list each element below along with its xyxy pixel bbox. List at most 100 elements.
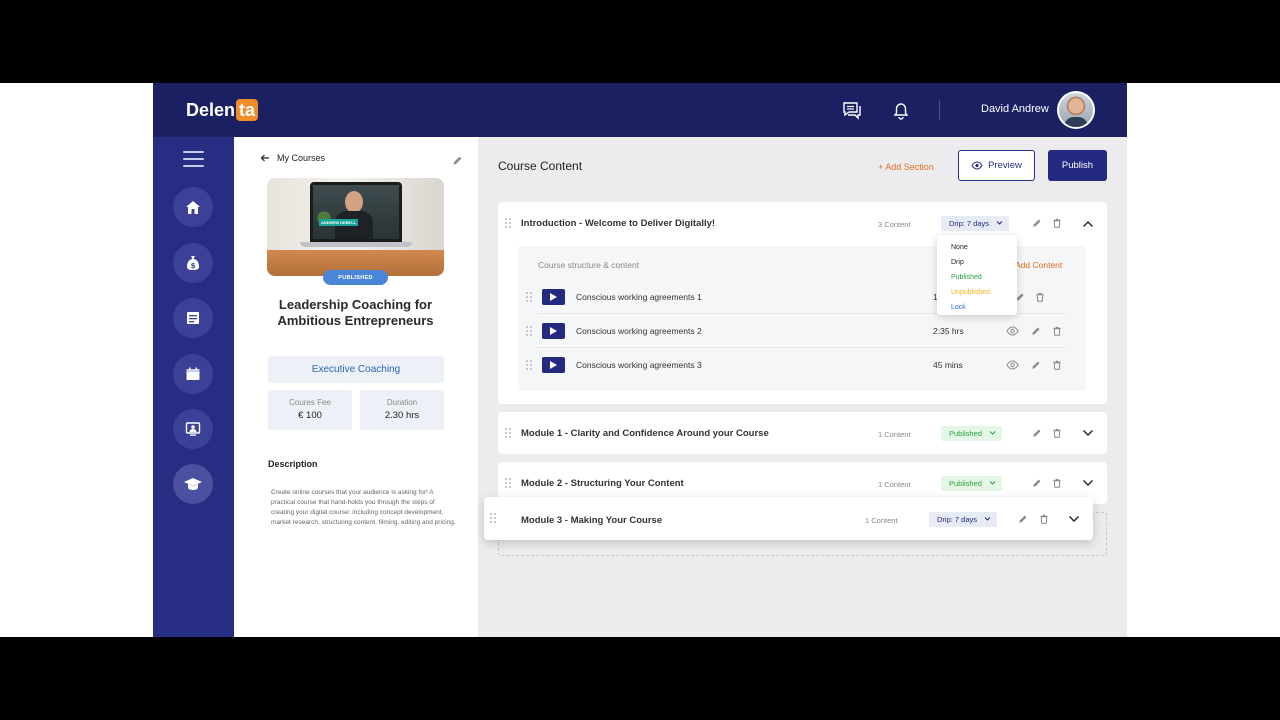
- chevron-down-icon: [989, 481, 996, 485]
- content-duration: 45 mins: [933, 360, 963, 370]
- section-title: Introduction - Welcome to Deliver Digita…: [521, 218, 716, 229]
- sidebar-item-calendar[interactable]: [173, 354, 213, 394]
- calendar-icon: [186, 367, 200, 380]
- content-row[interactable]: Conscious working agreements 2 2:35 hrs: [518, 314, 1086, 348]
- status-label: Published: [949, 479, 982, 488]
- chevron-down-icon[interactable]: [1068, 515, 1080, 523]
- status-label: Published: [949, 429, 982, 438]
- course-content-area: Course Content + Add Section Preview Pub…: [478, 137, 1127, 637]
- description-heading: Description: [268, 459, 318, 469]
- duration-value: 2.30 hrs: [384, 410, 420, 421]
- option-drip[interactable]: Drip: [937, 255, 1017, 270]
- sidebar: $: [153, 137, 234, 637]
- preview-button[interactable]: Preview: [958, 150, 1035, 181]
- svg-text:$: $: [191, 262, 196, 270]
- drag-handle-icon[interactable]: [526, 360, 532, 370]
- back-to-courses-link[interactable]: My Courses: [260, 153, 325, 163]
- video-icon: [542, 289, 565, 305]
- option-published[interactable]: Published: [937, 270, 1017, 285]
- section-card-intro: Introduction - Welcome to Deliver Digita…: [498, 202, 1107, 404]
- section-card-module-1[interactable]: Module 1 - Clarity and Confidence Around…: [498, 412, 1107, 454]
- chevron-down-icon[interactable]: [1082, 479, 1094, 487]
- video-icon: [542, 323, 565, 339]
- arrow-left-icon: [260, 154, 269, 162]
- status-dropdown[interactable]: Drip: 7 days: [929, 512, 998, 527]
- bell-icon[interactable]: [890, 99, 912, 121]
- content-duration: 2:35 hrs: [933, 326, 964, 336]
- trash-icon[interactable]: [1035, 292, 1045, 302]
- content-title: Conscious working agreements 2: [576, 326, 702, 336]
- drag-handle-icon[interactable]: [505, 478, 511, 488]
- section-title: Module 2 - Structuring Your Content: [521, 478, 684, 489]
- sidebar-item-content[interactable]: [173, 298, 213, 338]
- sidebar-item-home[interactable]: [173, 187, 213, 227]
- edit-icon[interactable]: [1032, 218, 1042, 228]
- chat-icon[interactable]: [841, 99, 863, 121]
- fee-label: Coures Fee: [289, 398, 331, 407]
- logo-text: Delen: [186, 99, 236, 120]
- add-section-link[interactable]: + Add Section: [878, 162, 934, 172]
- eye-icon: [971, 161, 983, 170]
- user-name[interactable]: David Andrew: [981, 103, 1049, 115]
- trash-icon[interactable]: [1052, 326, 1062, 336]
- sidebar-item-sessions[interactable]: [173, 409, 213, 449]
- header-divider: [939, 100, 940, 120]
- section-count: 3 Content: [878, 220, 911, 229]
- status-dropdown[interactable]: Drip: 7 days: [941, 216, 1010, 231]
- option-none[interactable]: None: [937, 240, 1017, 255]
- trash-icon[interactable]: [1052, 428, 1062, 438]
- home-icon: [186, 201, 200, 214]
- drag-handle-icon[interactable]: [526, 326, 532, 336]
- section-count: 1 Content: [865, 516, 898, 525]
- page-title: Course Content: [498, 159, 583, 173]
- eye-icon[interactable]: [1006, 360, 1019, 370]
- document-icon: [187, 312, 199, 324]
- edit-icon[interactable]: [1031, 326, 1041, 336]
- edit-icon[interactable]: [1018, 514, 1028, 524]
- status-label: Drip: 7 days: [949, 219, 990, 228]
- menu-icon[interactable]: [183, 151, 204, 167]
- option-lock[interactable]: Lock: [937, 300, 1017, 315]
- user-avatar[interactable]: [1057, 91, 1095, 129]
- content-row[interactable]: Conscious working agreements 3 45 mins: [518, 348, 1086, 382]
- edit-icon[interactable]: [1031, 360, 1041, 370]
- fee-stat: Coures Fee € 100: [268, 390, 352, 430]
- option-unpublished[interactable]: Unpublished: [937, 285, 1017, 300]
- presentation-icon: [185, 422, 201, 436]
- chevron-down-icon[interactable]: [1082, 429, 1094, 437]
- edit-icon[interactable]: [1032, 428, 1042, 438]
- section-title: Module 3 - Making Your Course: [521, 515, 663, 526]
- chevron-up-icon[interactable]: [1082, 220, 1094, 228]
- trash-icon[interactable]: [1052, 360, 1062, 370]
- drag-handle-icon[interactable]: [505, 218, 511, 228]
- course-thumbnail: ANDREW DEBELL: [267, 178, 444, 276]
- status-label: Drip: 7 days: [937, 515, 978, 524]
- status-dropdown[interactable]: Published: [941, 476, 1002, 491]
- chevron-down-icon: [989, 431, 996, 435]
- money-bag-icon: $: [187, 256, 199, 270]
- status-dropdown[interactable]: Published: [941, 426, 1002, 441]
- add-content-link[interactable]: Add Content: [1015, 260, 1062, 270]
- fee-value: € 100: [298, 410, 322, 421]
- video-icon: [542, 357, 565, 373]
- structure-title: Course structure & content: [538, 260, 640, 270]
- logo[interactable]: Delen ta: [186, 99, 259, 121]
- drag-handle-icon[interactable]: [490, 513, 496, 523]
- edit-icon[interactable]: [1032, 478, 1042, 488]
- category-tag[interactable]: Executive Coaching: [268, 356, 444, 383]
- eye-icon[interactable]: [1006, 326, 1019, 336]
- publish-button[interactable]: Publish: [1048, 150, 1107, 181]
- content-title: Conscious working agreements 3: [576, 360, 702, 370]
- course-panel: My Courses ANDREW DEBELL PUBLISHED Leade…: [234, 137, 478, 637]
- section-card-module-3-dragging[interactable]: Module 3 - Making Your Course 1 Content …: [484, 497, 1093, 540]
- sidebar-item-courses[interactable]: [173, 464, 213, 504]
- drag-handle-icon[interactable]: [505, 428, 511, 438]
- chevron-down-icon: [996, 221, 1003, 225]
- drag-handle-icon[interactable]: [526, 292, 532, 302]
- chevron-down-icon: [984, 517, 991, 521]
- trash-icon[interactable]: [1052, 218, 1062, 228]
- trash-icon[interactable]: [1039, 514, 1049, 524]
- sidebar-item-payments[interactable]: $: [173, 243, 213, 283]
- edit-course-icon[interactable]: [452, 153, 463, 171]
- trash-icon[interactable]: [1052, 478, 1062, 488]
